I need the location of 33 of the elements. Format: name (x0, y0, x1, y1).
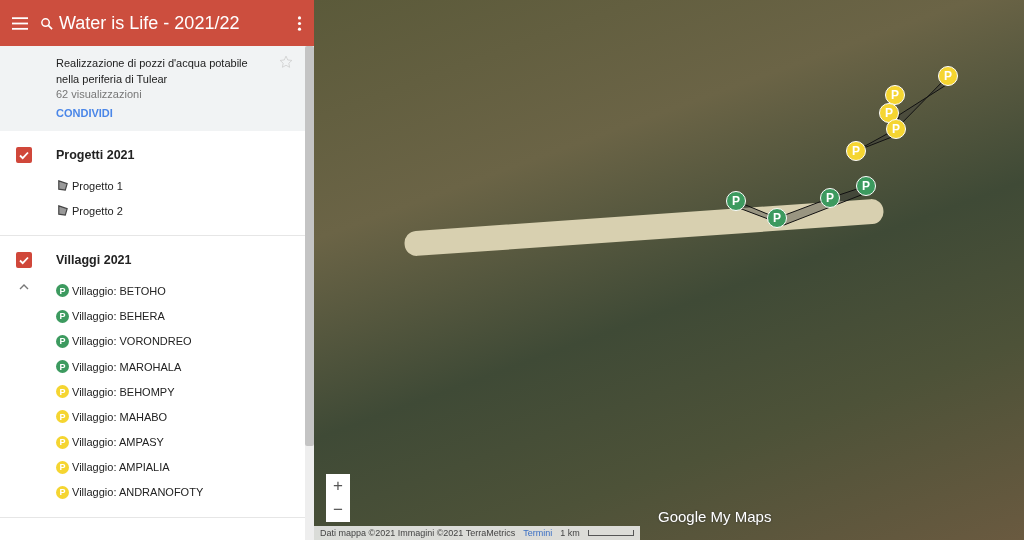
marker-icon: P (56, 435, 69, 449)
marker-icon: P (56, 334, 69, 348)
layer-item[interactable]: Villaggio: VORONDREO (72, 335, 192, 348)
layer-item[interactable]: Villaggio: AMPASY (72, 436, 164, 449)
layer-item[interactable]: Progetto 1 (72, 179, 123, 192)
map-title: Water is Life - 2021/22 (59, 12, 240, 34)
view-count: 62 visualizzazioni (56, 88, 143, 100)
layer-item[interactable]: Progetto 2 (72, 204, 123, 217)
map-marker[interactable]: P (726, 191, 746, 211)
marker-icon: P (56, 485, 69, 499)
attribution-text: Dati mappa ©2021 Immagini ©2021 TerraMetrics (320, 528, 516, 538)
marker-icon: P (56, 410, 69, 424)
marker-icon: P (56, 360, 69, 374)
layer-item[interactable]: Villaggio: BEHOMPY (72, 385, 175, 398)
layer-item[interactable]: Villaggio: BEHERA (72, 310, 165, 323)
map-marker[interactable]: P (820, 188, 840, 208)
marker-icon: P (56, 385, 69, 399)
map-description: Realizzazione di pozzi d'acqua potabile nella periferia di Tulear (56, 56, 249, 87)
map-logo: Google My Maps (658, 508, 772, 525)
marker-icon: P (56, 284, 69, 298)
layer-title: Progetti 2021 (56, 148, 135, 162)
layer-item[interactable]: Villaggio: MAROHALA (72, 360, 182, 373)
marker-icon: P (56, 309, 69, 323)
layer-item[interactable]: Villaggio: BETOHO (72, 284, 166, 297)
satellite-map[interactable]: P P P P P P P P P + − Google My Maps Dati mappa ©2021 Immagini ©2021 TerraMetrics Termini 1 km (314, 0, 1024, 540)
map-marker[interactable]: P (856, 176, 876, 196)
terms-link[interactable]: Termini (523, 528, 553, 538)
layer-item[interactable]: Villaggio: MAHABO (72, 410, 168, 423)
marker-icon: P (56, 460, 69, 474)
scale-label: 1 km (560, 528, 580, 538)
layer-title: Villaggi 2021 (56, 253, 132, 268)
layer-item[interactable]: Villaggio: AMPIALIA (72, 461, 170, 474)
layer-item[interactable]: Villaggio: ANDRANOFOTY (72, 486, 204, 499)
